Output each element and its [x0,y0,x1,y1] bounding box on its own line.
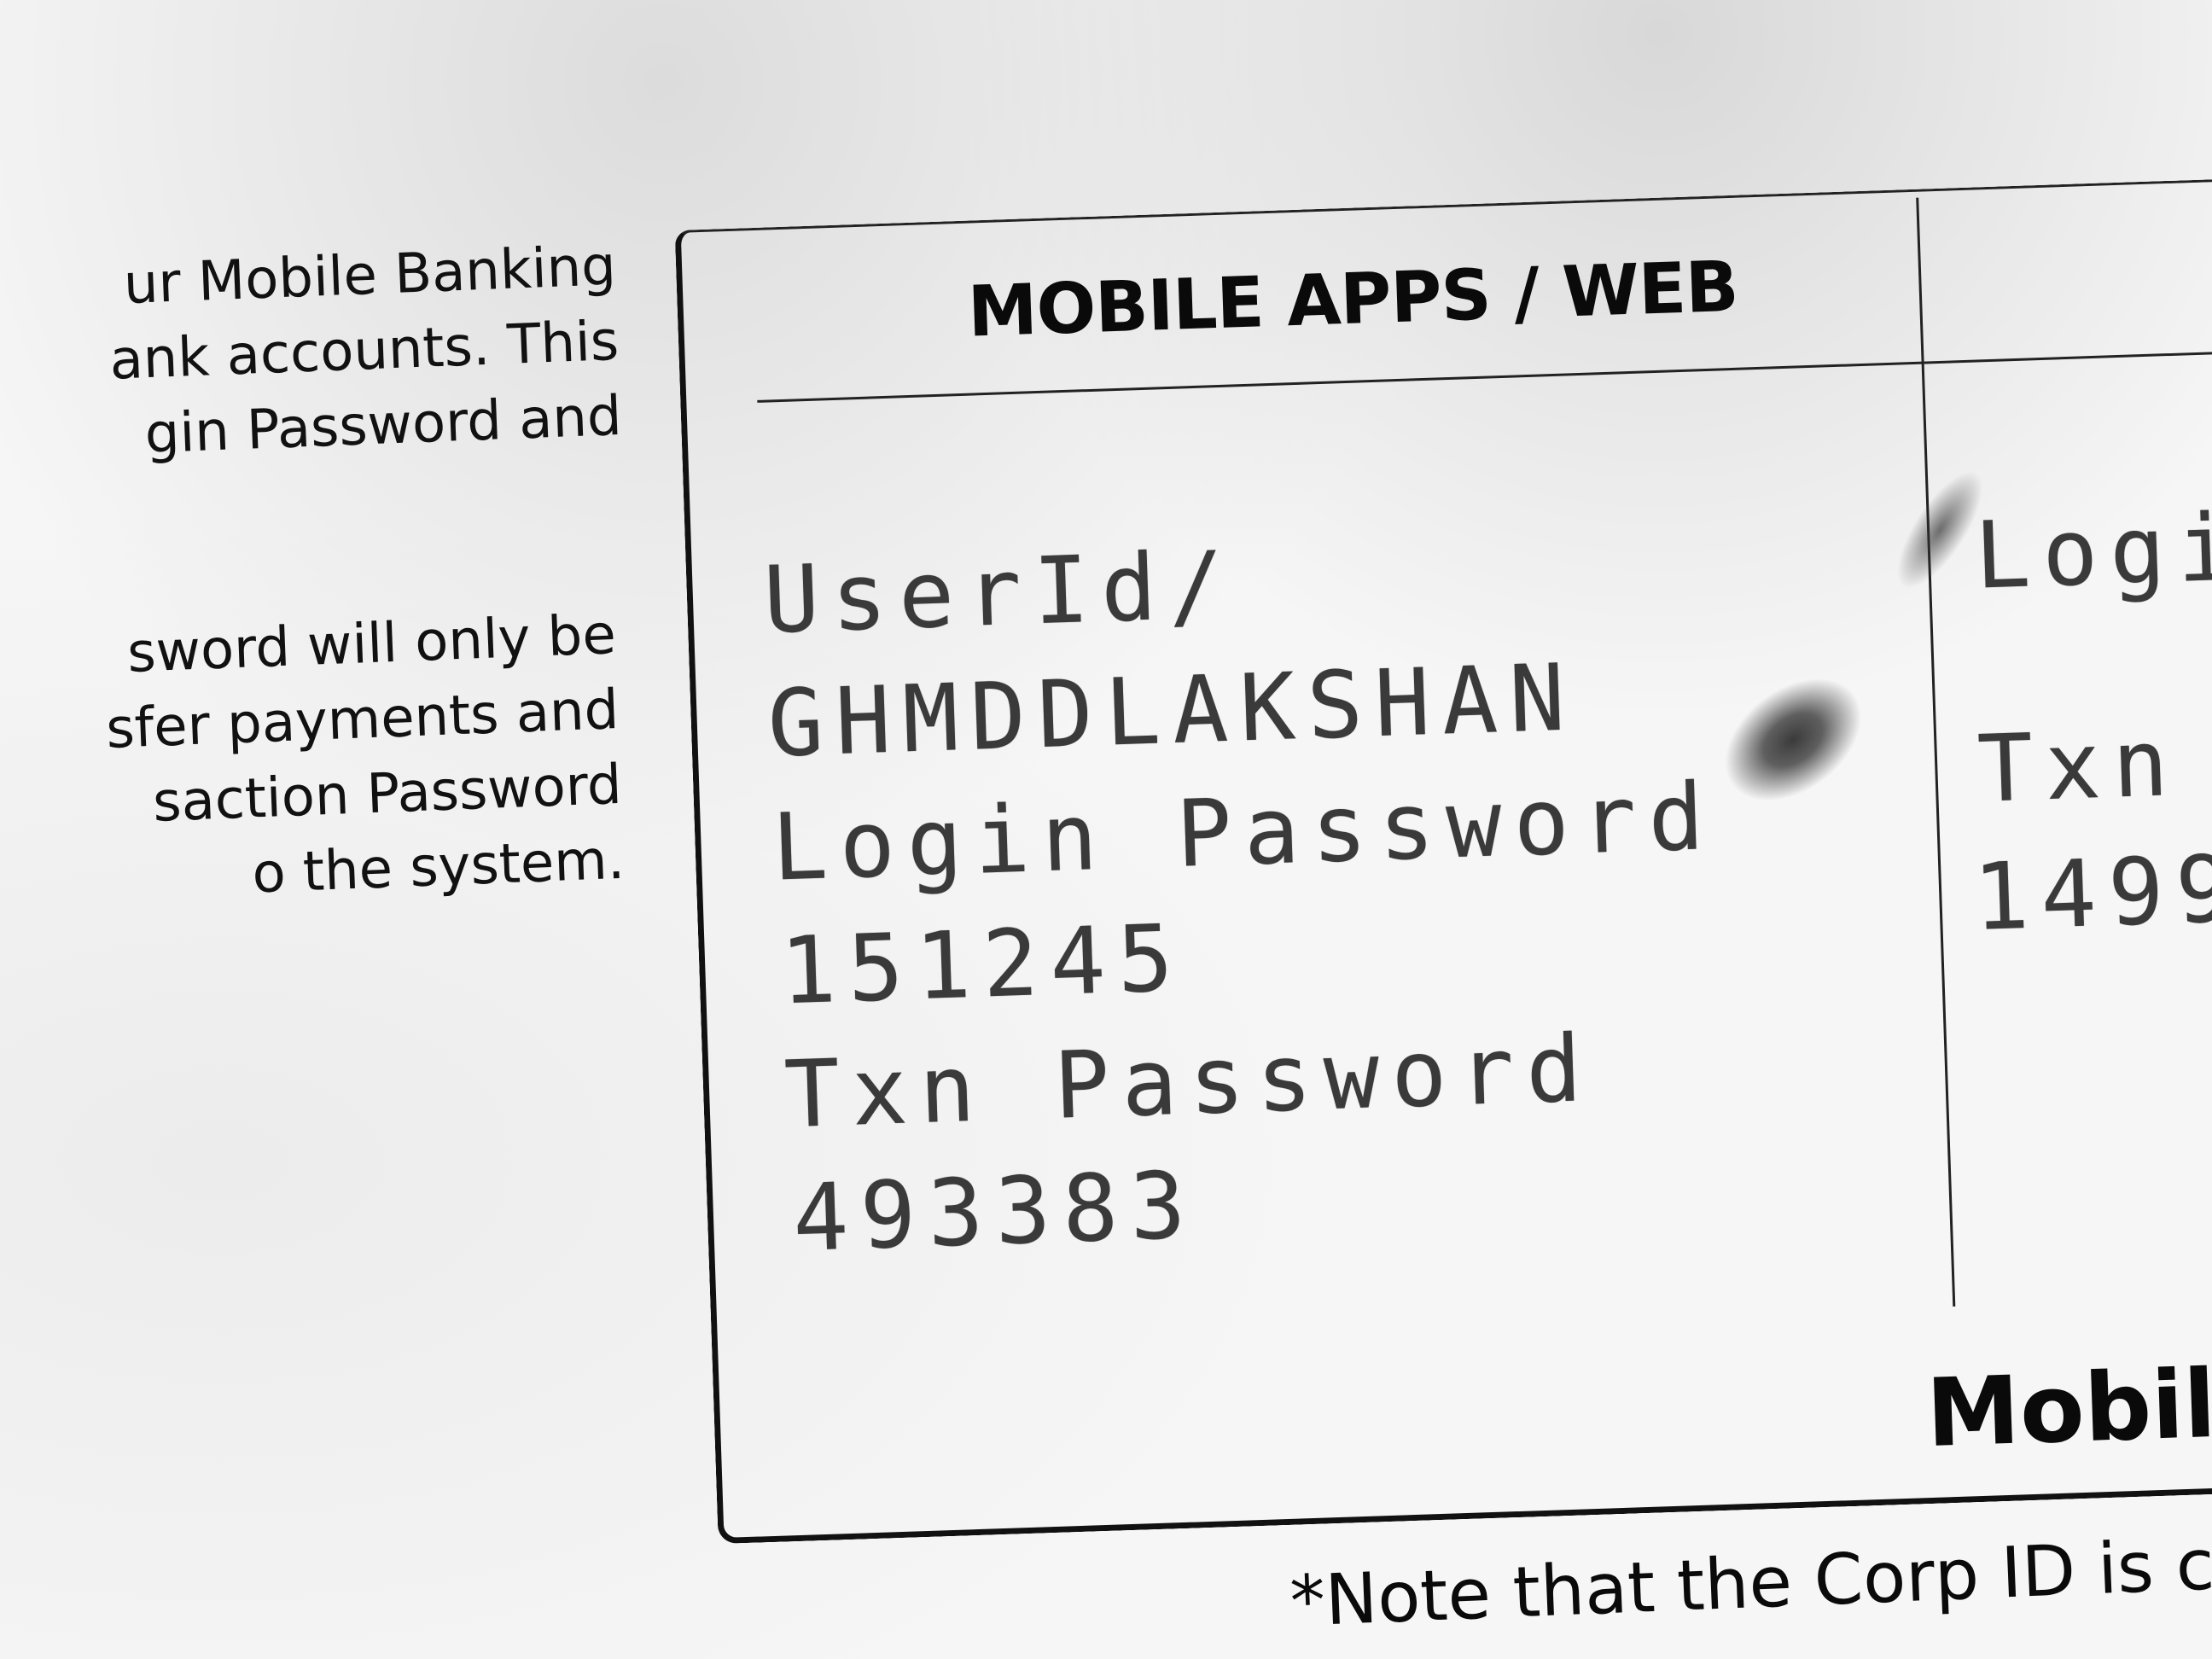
login-password-value: 151245 [778,905,1187,1026]
instructions-paragraph-2: sword will only be sfer payments and sac… [1,597,626,921]
credentials-card: MOBILE APPS / WEB UserId/ GHMDDLAKSHAN L… [674,160,2212,1545]
instructions-paragraph-1: ur Mobile Banking ank accounts. This gin… [1,229,624,477]
mobile-section-label: Mobile [1924,1347,2212,1469]
txn-password-value: 493383 [791,1152,1200,1272]
right-login-label: Logi [1973,494,2212,610]
right-value: 1499 [1971,835,2212,952]
right-txn-label: Txn [1976,709,2182,824]
user-id-label: UserId/ [762,532,1238,655]
